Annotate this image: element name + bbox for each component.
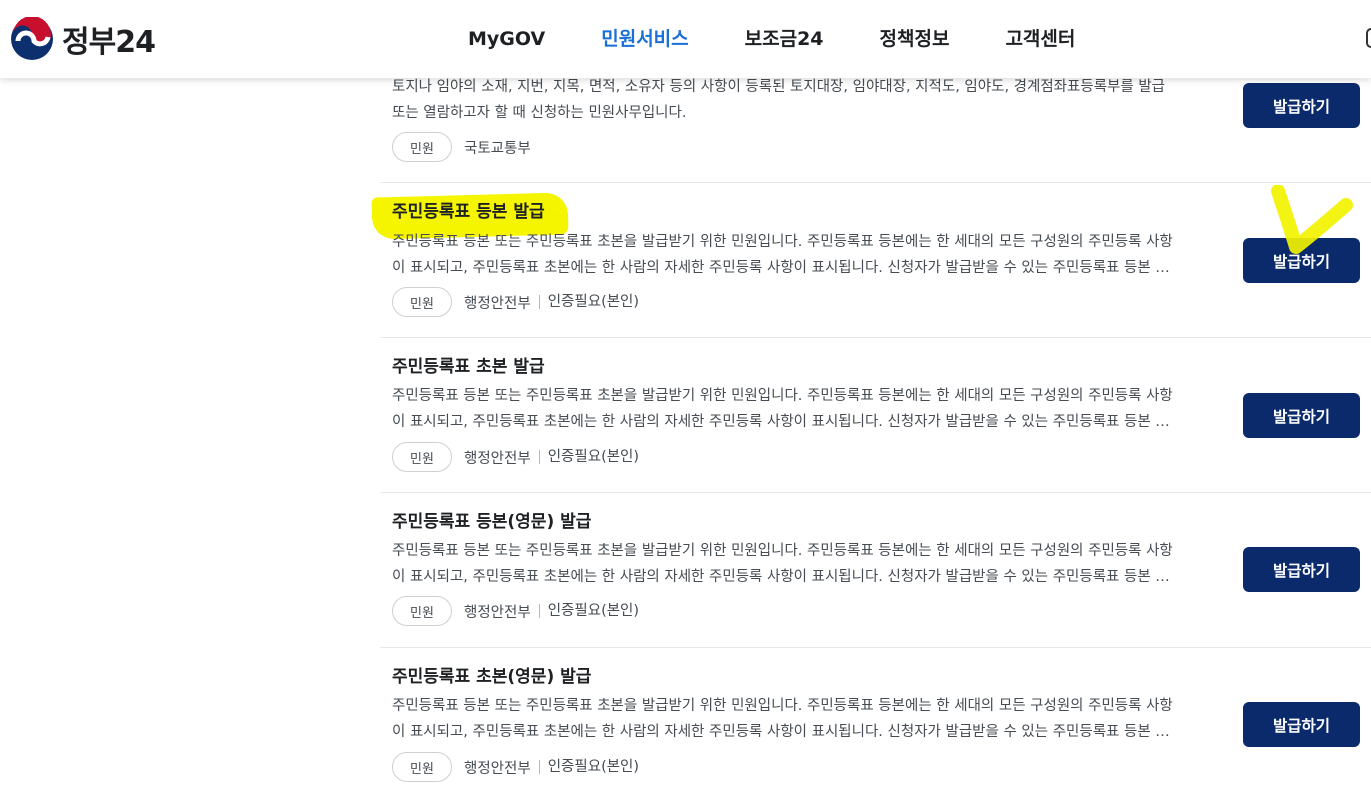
desc-line: 주민등록표 등본 또는 주민등록표 초본을 발급받기 위한 민원입니다. 주민등… (392, 543, 1173, 559)
desc-line: 주민등록표 등본 또는 주민등록표 초본을 발급받기 위한 민원입니다. 주민등… (392, 388, 1173, 404)
issue-button[interactable]: 발급하기 (1243, 702, 1360, 747)
nav-customer-center[interactable]: 고객센터 (1005, 26, 1075, 52)
list-item: 주민등록표 초본 발급 주민등록표 등본 또는 주민등록표 초본을 발급받기 위… (380, 337, 1371, 493)
issue-button[interactable]: 발급하기 (1243, 393, 1360, 438)
agency-name: 국토교통부 (464, 140, 531, 157)
item-title[interactable]: 주민등록표 초본(영문) 발급 (392, 665, 591, 689)
list-item: 주민등록표 초본(영문) 발급 주민등록표 등본 또는 주민등록표 초본을 발급… (380, 647, 1371, 796)
nav-mygov[interactable]: MyGOV (468, 26, 545, 52)
desc-line: 또는 열람하고자 할 때 신청하는 민원사무입니다. (392, 105, 687, 121)
auth-required-label: 인증필요(본인) (538, 760, 639, 774)
item-title[interactable]: 주민등록표 초본 발급 (392, 355, 545, 379)
list-item: 주민등록표 등본(영문) 발급 주민등록표 등본 또는 주민등록표 초본을 발급… (380, 492, 1371, 648)
desc-line: 이 표시되고, 주민등록표 초본에는 한 사람의 자세한 주민등록 사항이 표시… (392, 414, 1170, 430)
item-meta: 민원 행정안전부 인증필요(본인) (392, 752, 639, 782)
item-meta: 민원 행정안전부 인증필요(본인) (392, 287, 639, 317)
type-tag: 민원 (392, 596, 452, 626)
site-header: 정부24 MyGOV 민원서비스 보조금24 정책정보 고객센터 (0, 0, 1371, 78)
type-tag: 민원 (392, 752, 452, 782)
issue-button[interactable]: 발급하기 (1243, 83, 1360, 128)
logo-text: 정부24 (62, 25, 156, 60)
agency-name: 행정안전부 (464, 760, 531, 777)
auth-required-label: 인증필요(본인) (538, 450, 639, 464)
item-meta: 민원 행정안전부 인증필요(본인) (392, 596, 639, 626)
item-description: 주민등록표 등본 또는 주민등록표 초본을 발급받기 위한 민원입니다. 주민등… (392, 693, 1218, 745)
nav-policy-info[interactable]: 정책정보 (880, 26, 950, 52)
list-item: 주민등록표 등본 발급 주민등록표 등본 또는 주민등록표 초본을 발급받기 위… (380, 182, 1371, 338)
type-tag: 민원 (392, 132, 452, 162)
desc-line: 이 표시되고, 주민등록표 초본에는 한 사람의 자세한 주민등록 사항이 표시… (392, 724, 1170, 740)
item-title[interactable]: 주민등록표 등본(영문) 발급 (392, 510, 591, 534)
agency-name: 행정안전부 (464, 450, 531, 467)
taegeuk-logo-icon (11, 17, 53, 60)
agency-name: 행정안전부 (464, 604, 531, 621)
agency-name: 행정안전부 (464, 295, 531, 312)
desc-line: 주민등록표 등본 또는 주민등록표 초본을 발급받기 위한 민원입니다. 주민등… (392, 698, 1173, 714)
auth-required-label: 인증필요(본인) (538, 604, 639, 618)
type-tag: 민원 (392, 287, 452, 317)
item-description: 주민등록표 등본 또는 주민등록표 초본을 발급받기 위한 민원입니다. 주민등… (392, 229, 1218, 281)
item-description: 주민등록표 등본 또는 주민등록표 초본을 발급받기 위한 민원입니다. 주민등… (392, 383, 1218, 435)
partial-icon (1366, 28, 1371, 48)
item-description: 주민등록표 등본 또는 주민등록표 초본을 발급받기 위한 민원입니다. 주민등… (392, 538, 1218, 590)
nav-subsidy24[interactable]: 보조금24 (745, 26, 824, 52)
arrow-annotation-icon (1271, 185, 1353, 254)
item-meta: 민원 행정안전부 인증필요(본인) (392, 442, 639, 472)
type-tag: 민원 (392, 442, 452, 472)
item-meta: 민원 국토교통부 (392, 132, 531, 162)
logo-link[interactable]: 정부24 (10, 17, 156, 61)
issue-button[interactable]: 발급하기 (1243, 547, 1360, 592)
item-description: 토지나 임야의 소재, 지번, 지목, 면적, 소유자 등의 사항이 등록된 토… (392, 74, 1218, 126)
item-title[interactable]: 주민등록표 등본 발급 (392, 200, 545, 224)
desc-line: 주민등록표 등본 또는 주민등록표 초본을 발급받기 위한 민원입니다. 주민등… (392, 234, 1173, 250)
nav-civil-services[interactable]: 민원서비스 (601, 26, 688, 52)
desc-line: 이 표시되고, 주민등록표 초본에는 한 사람의 자세한 주민등록 사항이 표시… (392, 569, 1170, 585)
auth-required-label: 인증필요(본인) (538, 295, 639, 309)
desc-line: 이 표시되고, 주민등록표 초본에는 한 사람의 자세한 주민등록 사항이 표시… (392, 260, 1170, 276)
main-nav: MyGOV 민원서비스 보조금24 정책정보 고객센터 (468, 26, 1131, 52)
